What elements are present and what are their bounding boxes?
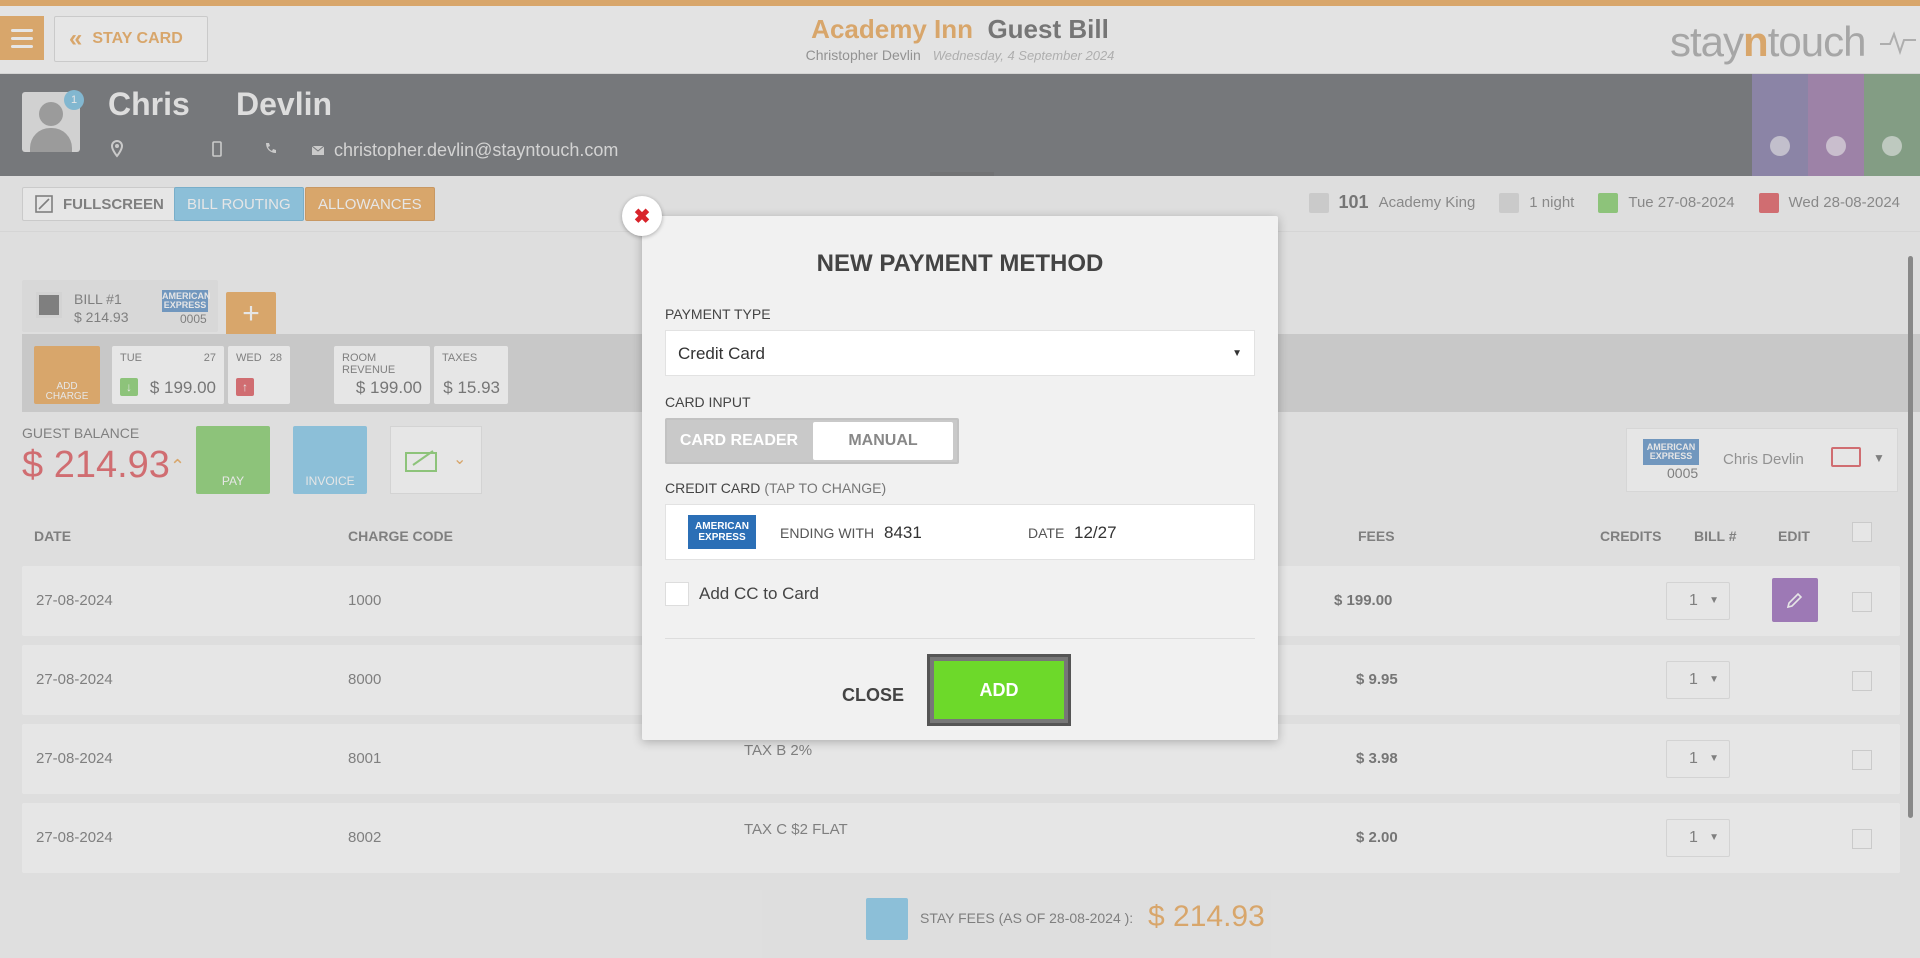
add-button[interactable]: ADD [934, 661, 1064, 719]
new-payment-method-dialog: NEW PAYMENT METHOD PAYMENT TYPE Credit C… [642, 216, 1278, 740]
amex-card-icon: AMERICAN EXPRESS [688, 515, 756, 549]
card-input-label: CARD INPUT [665, 394, 751, 410]
card-reader-option[interactable]: CARD READER [669, 422, 809, 460]
payment-type-label: PAYMENT TYPE [665, 306, 771, 322]
ending-with-label: ENDING WITH [780, 525, 875, 541]
add-cc-to-card-checkbox[interactable] [665, 582, 689, 606]
expiry-date-label: DATE [1028, 525, 1065, 541]
ending-with-value: 8431 [884, 523, 922, 542]
expiry-date-value: 12/27 [1074, 523, 1117, 542]
add-cc-to-card-label[interactable]: Add CC to Card [699, 584, 819, 604]
manual-option[interactable]: MANUAL [813, 422, 953, 460]
caret-down-icon: ▼ [1232, 348, 1242, 359]
credit-card-label: CREDIT CARD (TAP TO CHANGE) [665, 480, 887, 496]
card-input-toggle: CARD READER MANUAL [665, 418, 959, 464]
close-button[interactable]: CLOSE [838, 680, 908, 710]
credit-card-details[interactable]: AMERICAN EXPRESS ENDING WITH 8431 DATE 12… [665, 504, 1255, 560]
divider [665, 638, 1255, 639]
add-button-focus-ring: ADD [927, 654, 1071, 726]
payment-type-value: Credit Card [678, 344, 765, 363]
payment-type-select[interactable]: Credit Card ▼ [665, 330, 1255, 376]
close-icon[interactable]: ✖ [622, 196, 662, 236]
dialog-title: NEW PAYMENT METHOD [816, 250, 1104, 277]
